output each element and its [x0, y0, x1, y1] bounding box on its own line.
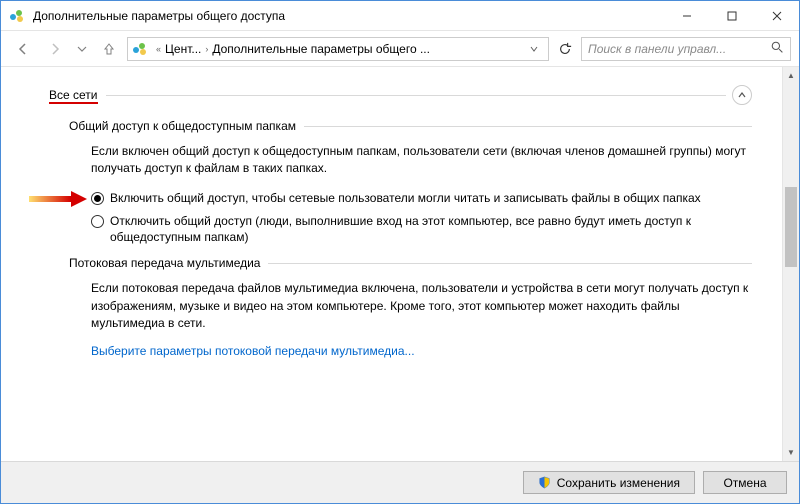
window-controls — [664, 1, 799, 30]
group-title: Общий доступ к общедоступным папкам — [69, 119, 296, 133]
close-button[interactable] — [754, 1, 799, 30]
button-bar: Сохранить изменения Отмена — [1, 461, 799, 503]
radio-disable-sharing[interactable]: Отключить общий доступ (люди, выполнивши… — [91, 213, 752, 247]
radio-icon[interactable] — [91, 192, 104, 205]
separator-line — [304, 126, 752, 127]
recent-locations-button[interactable] — [73, 35, 91, 63]
group-public-folder-sharing: Общий доступ к общедоступным папкам Если… — [69, 119, 752, 246]
scroll-up-button[interactable]: ▲ — [783, 67, 799, 84]
media-streaming-link[interactable]: Выберите параметры потоковой передачи му… — [91, 344, 752, 358]
chevron-right-icon: › — [205, 44, 208, 54]
group-media-streaming: Потоковая передача мультимедиа Если пото… — [69, 256, 752, 358]
search-input[interactable]: Поиск в панели управл... — [581, 37, 791, 61]
search-placeholder: Поиск в панели управл... — [588, 42, 767, 56]
collapse-button[interactable] — [732, 85, 752, 105]
save-button[interactable]: Сохранить изменения — [523, 471, 695, 494]
refresh-button[interactable] — [553, 37, 577, 61]
search-icon — [771, 41, 784, 57]
group-description: Если включен общий доступ к общедоступны… — [91, 143, 752, 178]
network-center-icon — [9, 8, 25, 24]
window-title: Дополнительные параметры общего доступа — [33, 9, 664, 23]
scrollbar-thumb[interactable] — [785, 187, 797, 267]
scrollbar[interactable]: ▲ ▼ — [782, 67, 799, 461]
radio-icon[interactable] — [91, 215, 104, 228]
forward-button[interactable] — [41, 35, 69, 63]
group-title: Потоковая передача мультимедиа — [69, 256, 260, 270]
minimize-button[interactable] — [664, 1, 709, 30]
shield-icon — [538, 476, 551, 489]
content-area: Все сети Общий доступ к общедоступным па… — [1, 67, 782, 461]
breadcrumb-item[interactable]: Дополнительные параметры общего ... — [212, 42, 430, 56]
scroll-down-button[interactable]: ▼ — [783, 444, 799, 461]
breadcrumb[interactable]: « Цент... › Дополнительные параметры общ… — [127, 37, 549, 61]
section-title: Все сети — [49, 88, 98, 102]
breadcrumb-dropdown[interactable] — [524, 42, 544, 56]
save-button-label: Сохранить изменения — [557, 476, 680, 490]
up-button[interactable] — [95, 35, 123, 63]
maximize-button[interactable] — [709, 1, 754, 30]
radio-enable-sharing[interactable]: Включить общий доступ, чтобы сетевые пол… — [91, 190, 752, 207]
network-center-icon — [132, 41, 148, 57]
annotation-arrow — [29, 189, 89, 214]
separator-line — [106, 95, 727, 96]
group-description: Если потоковая передача файлов мультимед… — [91, 280, 752, 332]
chevron-left-icon: « — [156, 44, 161, 54]
radio-label: Включить общий доступ, чтобы сетевые пол… — [110, 190, 752, 207]
cancel-button-label: Отмена — [723, 476, 766, 490]
separator-line — [268, 263, 752, 264]
address-bar: « Цент... › Дополнительные параметры общ… — [1, 31, 799, 67]
radio-label: Отключить общий доступ (люди, выполнивши… — [110, 213, 752, 247]
back-button[interactable] — [9, 35, 37, 63]
title-bar: Дополнительные параметры общего доступа — [1, 1, 799, 31]
cancel-button[interactable]: Отмена — [703, 471, 787, 494]
section-all-networks[interactable]: Все сети — [49, 85, 752, 105]
annotation-underline — [49, 102, 98, 104]
breadcrumb-item[interactable]: Цент... — [165, 42, 201, 56]
